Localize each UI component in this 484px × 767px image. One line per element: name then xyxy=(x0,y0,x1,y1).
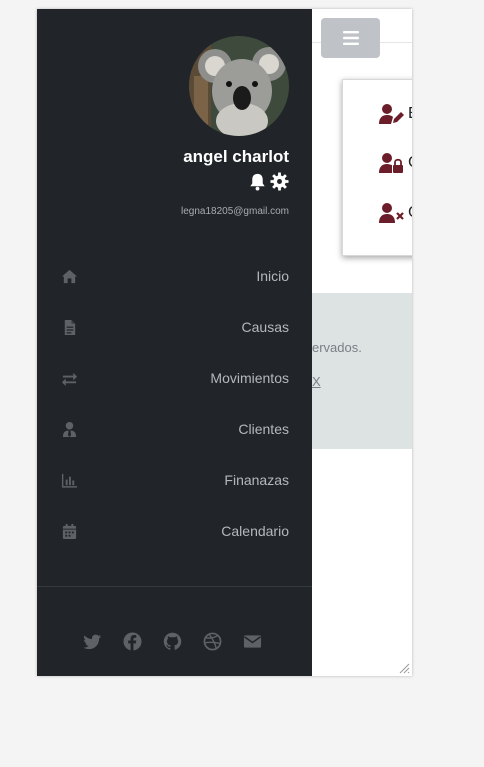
footer-link[interactable]: X xyxy=(312,374,321,389)
nav-item-clientes[interactable]: Clientes xyxy=(37,410,312,450)
menu-toggle-button[interactable] xyxy=(321,18,380,58)
gear-icon[interactable] xyxy=(270,172,289,191)
nav-item-calendario[interactable]: Calendario xyxy=(37,512,312,552)
document-icon xyxy=(64,319,76,336)
twitter-icon[interactable] xyxy=(83,632,102,651)
nav-item-finanazas[interactable]: Finanazas xyxy=(37,461,312,501)
nav-label: Movimientos xyxy=(210,370,289,386)
nav-label: Causas xyxy=(241,319,289,335)
nav-label: Inicio xyxy=(256,268,289,284)
user-tie-icon xyxy=(62,421,77,438)
sidebar: angel charlot legna18205@gmail.com Inici… xyxy=(37,9,312,676)
dropdown-item-label: E xyxy=(408,105,412,123)
nav-label: Clientes xyxy=(238,421,289,437)
user-edit-icon xyxy=(379,104,404,124)
nav-item-causas[interactable]: Causas xyxy=(37,308,312,348)
nav-label: Calendario xyxy=(221,523,289,539)
dropdown-item-label: C xyxy=(408,154,412,172)
exchange-icon xyxy=(61,372,78,387)
envelope-icon[interactable] xyxy=(243,632,262,651)
facebook-icon[interactable] xyxy=(123,632,142,651)
social-links xyxy=(83,632,262,651)
bell-icon[interactable] xyxy=(248,172,267,191)
user-lock-icon xyxy=(379,153,403,173)
koala-avatar xyxy=(189,36,289,136)
user-times-icon xyxy=(379,203,404,223)
user-email: legna18205@gmail.com xyxy=(181,206,289,217)
user-dropdown-menu: E C C xyxy=(342,79,412,256)
dropdown-item-lock[interactable]: C xyxy=(379,151,412,175)
nav-item-inicio[interactable]: Inicio xyxy=(37,257,312,297)
chart-icon xyxy=(61,473,78,488)
sidebar-divider xyxy=(37,586,312,587)
dropdown-item-edit[interactable]: E xyxy=(379,102,412,126)
home-icon xyxy=(61,269,78,284)
app-viewport: E C C ervados. X xyxy=(37,9,412,676)
hamburger-icon xyxy=(342,31,359,45)
calendar-icon xyxy=(62,523,77,540)
footer-rights-text: ervados. xyxy=(312,340,362,355)
github-icon[interactable] xyxy=(163,632,182,651)
dribbble-icon[interactable] xyxy=(203,632,222,651)
user-actions xyxy=(248,172,289,191)
nav-label: Finanazas xyxy=(224,472,289,488)
user-name: angel charlot xyxy=(183,147,289,166)
avatar[interactable] xyxy=(189,36,289,136)
nav-item-movimientos[interactable]: Movimientos xyxy=(37,359,312,399)
resize-grip-icon[interactable] xyxy=(399,663,410,674)
dropdown-item-remove[interactable]: C xyxy=(379,201,412,225)
dropdown-item-label: C xyxy=(408,204,412,222)
